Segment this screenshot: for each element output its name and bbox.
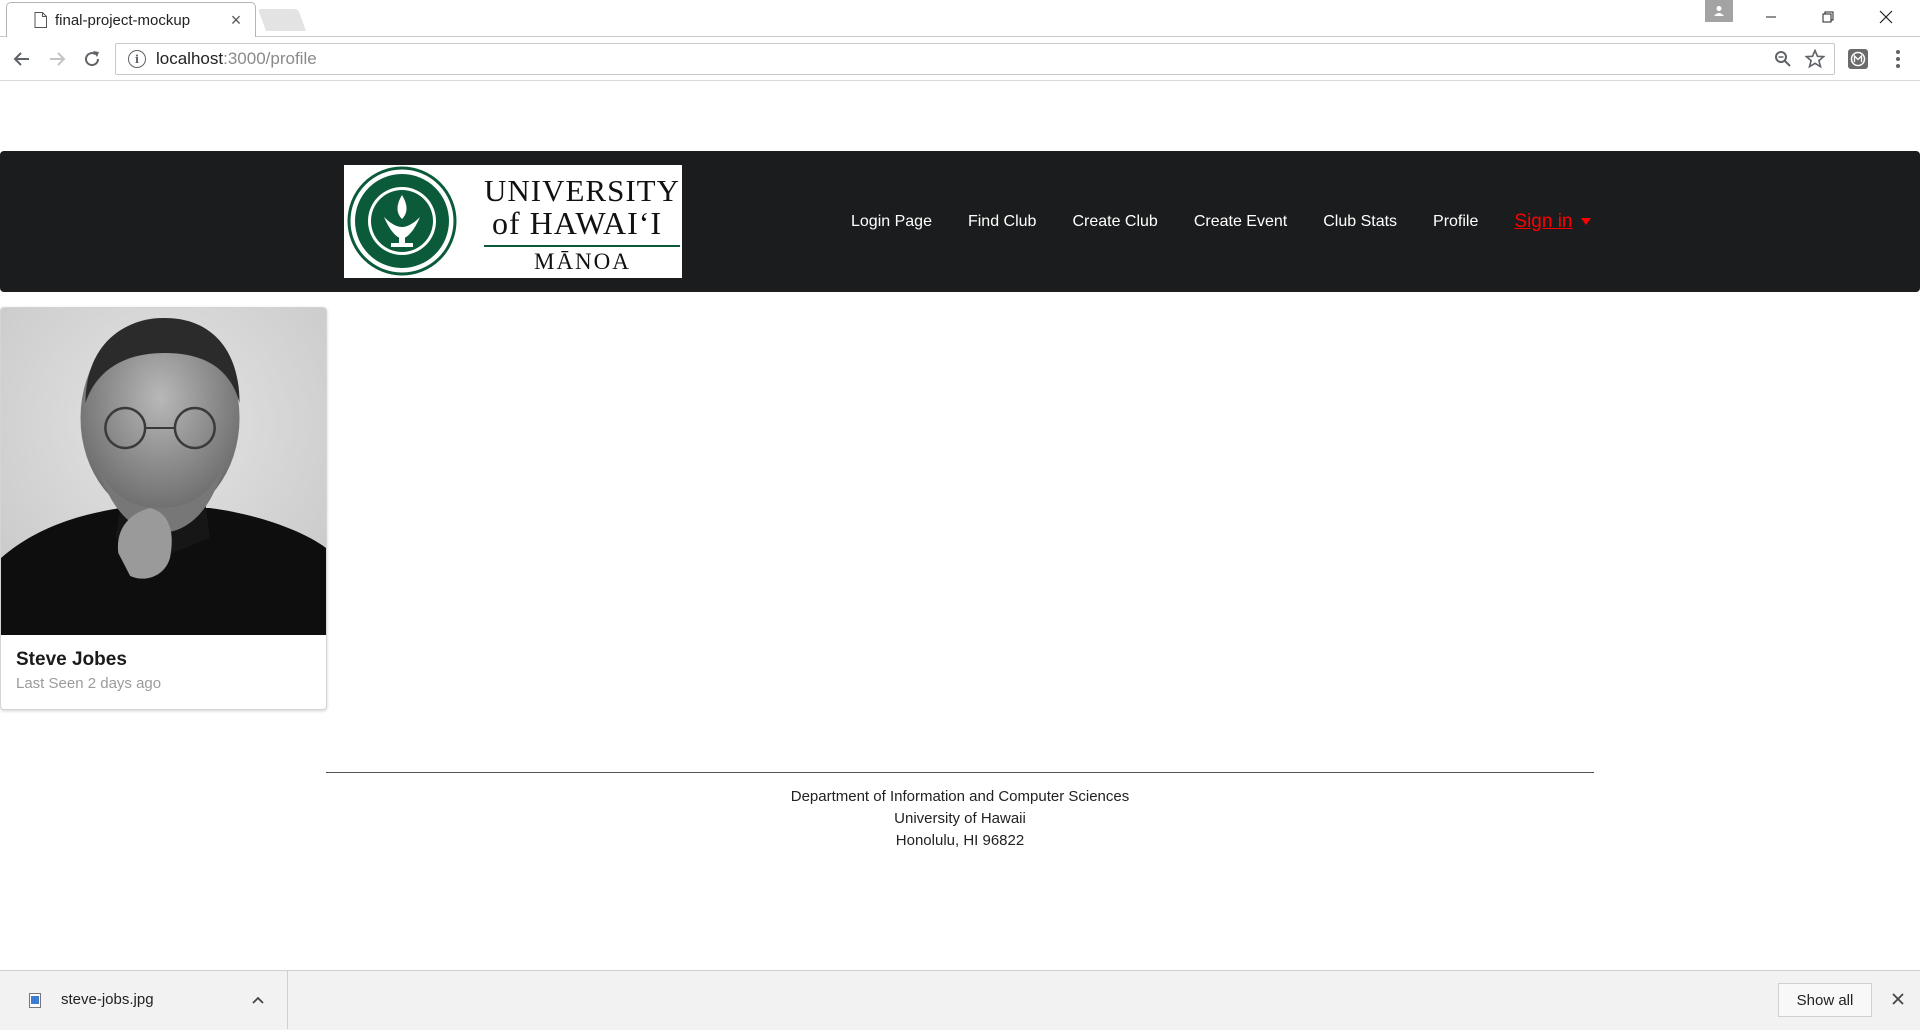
user-icon[interactable] — [1705, 0, 1733, 22]
signin-dropdown[interactable]: Sign in — [1514, 210, 1591, 233]
info-icon[interactable]: i — [128, 50, 146, 68]
profile-photo — [1, 308, 326, 635]
star-icon[interactable] — [1804, 48, 1826, 70]
downloads-bar: steve-jobs.jpg Show all — [0, 970, 1920, 1030]
restore-icon[interactable] — [1804, 0, 1852, 34]
browser-tab[interactable]: final-project-mockup × — [6, 2, 256, 37]
new-tab-button[interactable] — [257, 9, 307, 31]
menu-item-find-club[interactable]: Find Club — [968, 213, 1036, 231]
page-icon — [34, 12, 47, 28]
footer-university: University of Hawaii — [894, 810, 1026, 827]
footer-department: Department of Information and Computer S… — [790, 788, 1130, 805]
footer-address: Honolulu, HI 96822 — [895, 832, 1025, 849]
forward-arrow-icon[interactable] — [44, 46, 70, 72]
url-path: :3000/profile — [223, 49, 317, 68]
close-downloads-icon[interactable] — [1888, 989, 1908, 1009]
address-bar[interactable]: i localhost :3000/profile — [115, 43, 1835, 75]
zoom-icon[interactable] — [1772, 48, 1794, 70]
site-header: UNIVERSITY of HAWAI‘I MĀNOA Login Page F… — [0, 151, 1920, 292]
chevron-up-icon[interactable] — [251, 995, 265, 1005]
signin-label: Sign in — [1514, 210, 1573, 232]
logo-rule — [484, 245, 680, 247]
menu-item-create-club[interactable]: Create Club — [1072, 213, 1157, 231]
url-host: localhost — [156, 49, 224, 68]
minimize-icon[interactable] — [1747, 0, 1795, 34]
logo-line3: MĀNOA — [534, 249, 631, 274]
browser-toolbar: i localhost :3000/profile — [0, 37, 1920, 81]
show-all-button[interactable]: Show all — [1778, 983, 1872, 1017]
tab-title: final-project-mockup — [55, 11, 191, 29]
tab-close-icon[interactable]: × — [227, 10, 245, 31]
image-file-icon — [29, 993, 41, 1008]
profile-name: Steve Jobes — [16, 649, 127, 670]
caret-down-icon — [1580, 218, 1591, 225]
uh-seal-icon — [347, 166, 457, 276]
menu-item-club-stats[interactable]: Club Stats — [1323, 213, 1397, 231]
menu-item-profile[interactable]: Profile — [1433, 213, 1478, 231]
page-footer: Department of Information and Computer S… — [326, 772, 1594, 852]
reload-icon[interactable] — [79, 46, 105, 72]
profile-last-seen: Last Seen 2 days ago — [16, 675, 162, 692]
uh-manoa-logo[interactable]: UNIVERSITY of HAWAI‘I MĀNOA — [344, 165, 682, 278]
menu-item-login-page[interactable]: Login Page — [851, 213, 932, 231]
card-content: Steve Jobes Last Seen 2 days ago — [1, 635, 326, 706]
menu-item-create-event[interactable]: Create Event — [1194, 213, 1287, 231]
menu-dots-icon[interactable] — [1887, 47, 1909, 71]
logo-line2: of HAWAI‘I — [492, 205, 663, 241]
download-item[interactable]: steve-jobs.jpg — [0, 971, 288, 1029]
back-arrow-icon[interactable] — [9, 46, 35, 72]
close-icon[interactable] — [1862, 0, 1910, 34]
extension-icon[interactable] — [1846, 47, 1870, 71]
profile-card[interactable]: Steve Jobes Last Seen 2 days ago — [0, 307, 327, 710]
download-file-name: steve-jobs.jpg — [61, 991, 154, 1008]
browser-tabstrip: final-project-mockup × — [0, 0, 1920, 37]
main-menu: Login Page Find Club Create Club Create … — [851, 151, 1591, 292]
logo-line1: UNIVERSITY — [484, 173, 680, 208]
uh-wordmark: UNIVERSITY of HAWAI‘I — [484, 173, 680, 241]
